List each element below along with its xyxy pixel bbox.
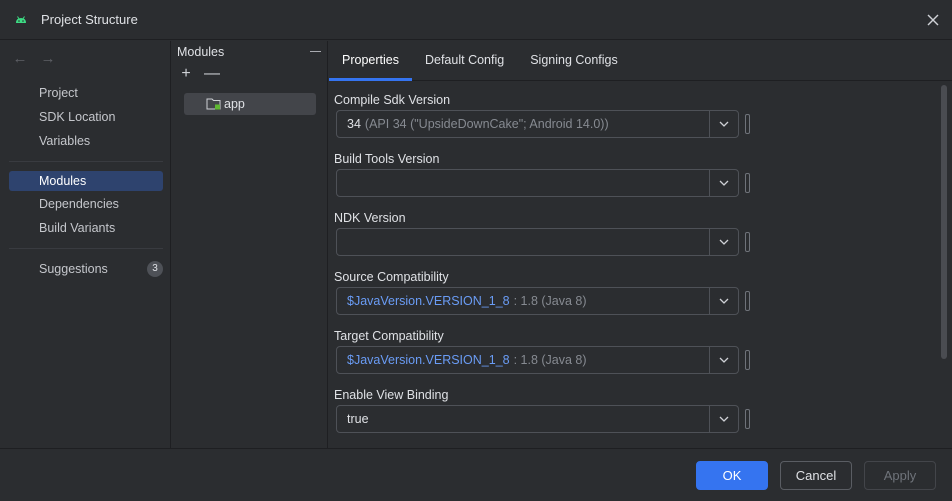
target-compat-label: Target Compatibility — [334, 329, 444, 343]
chevron-down-icon[interactable] — [718, 414, 730, 424]
ok-button[interactable]: OK — [696, 461, 768, 490]
tab-default-config[interactable]: Default Config — [412, 41, 517, 81]
combo-divider — [709, 288, 710, 314]
add-icon[interactable]: + — [178, 65, 194, 82]
suggestions-count-badge: 3 — [147, 261, 163, 277]
target-compat-detail: : 1.8 (Java 8) — [513, 353, 587, 367]
window-title: Project Structure — [41, 12, 138, 27]
nav-item-suggestions-label: Suggestions — [39, 262, 108, 276]
close-icon[interactable] — [924, 11, 942, 29]
nav-item-sdk-location[interactable]: SDK Location — [9, 107, 163, 127]
dialog-footer: OK Cancel Apply — [0, 448, 952, 501]
nav-item-suggestions[interactable]: Suggestions 3 — [9, 259, 163, 279]
module-folder-icon — [206, 98, 221, 110]
modules-toolbar: + — — [178, 65, 220, 82]
chevron-down-icon[interactable] — [718, 178, 730, 188]
compile-sdk-extra-button[interactable] — [745, 114, 750, 134]
view-binding-combo[interactable]: true — [336, 405, 739, 433]
combo-divider — [709, 111, 710, 137]
source-compat-detail: : 1.8 (Java 8) — [513, 294, 587, 308]
android-logo-icon — [16, 16, 26, 23]
chevron-down-icon[interactable] — [718, 355, 730, 365]
modules-panel: Modules + — app — [172, 41, 328, 448]
combo-divider — [709, 229, 710, 255]
module-item-app[interactable]: app — [184, 93, 316, 115]
combo-divider — [709, 170, 710, 196]
chevron-down-icon[interactable] — [718, 119, 730, 129]
ndk-extra-button[interactable] — [745, 232, 750, 252]
chevron-down-icon[interactable] — [718, 237, 730, 247]
modules-header: Modules — [177, 45, 225, 59]
compile-sdk-value: 34 — [347, 117, 361, 131]
nav-arrows: ← → — [12, 50, 56, 67]
tab-bar: Properties Default Config Signing Config… — [329, 41, 952, 81]
title-bar: Project Structure — [0, 0, 952, 40]
view-binding-value: true — [347, 412, 369, 426]
apply-button[interactable]: Apply — [864, 461, 936, 490]
vertical-scrollbar[interactable] — [941, 85, 947, 359]
nav-item-project[interactable]: Project — [9, 83, 163, 103]
source-compat-label: Source Compatibility — [334, 270, 449, 284]
tab-signing-configs[interactable]: Signing Configs — [517, 41, 631, 81]
nav-divider — [9, 161, 163, 162]
nav-divider — [9, 248, 163, 249]
build-tools-combo[interactable] — [336, 169, 739, 197]
nav-item-variables[interactable]: Variables — [9, 131, 163, 151]
target-compat-extra-button[interactable] — [745, 350, 750, 370]
view-binding-extra-button[interactable] — [745, 409, 750, 429]
properties-content: Properties Default Config Signing Config… — [329, 41, 952, 448]
source-compat-value: $JavaVersion.VERSION_1_8 — [347, 294, 510, 308]
chevron-down-icon[interactable] — [718, 296, 730, 306]
compile-sdk-detail: (API 34 ("UpsideDownCake"; Android 14.0)… — [364, 117, 609, 131]
source-compat-extra-button[interactable] — [745, 291, 750, 311]
target-compat-combo[interactable]: $JavaVersion.VERSION_1_8 : 1.8 (Java 8) — [336, 346, 739, 374]
tab-properties[interactable]: Properties — [329, 41, 412, 81]
nav-item-dependencies[interactable]: Dependencies — [9, 194, 163, 214]
ndk-label: NDK Version — [334, 211, 406, 225]
remove-icon[interactable]: — — [204, 65, 220, 82]
view-binding-label: Enable View Binding — [334, 388, 449, 402]
cancel-button[interactable]: Cancel — [780, 461, 852, 490]
source-compat-combo[interactable]: $JavaVersion.VERSION_1_8 : 1.8 (Java 8) — [336, 287, 739, 315]
ndk-combo[interactable] — [336, 228, 739, 256]
target-compat-value: $JavaVersion.VERSION_1_8 — [347, 353, 510, 367]
minimize-icon[interactable] — [310, 51, 321, 52]
build-tools-extra-button[interactable] — [745, 173, 750, 193]
combo-divider — [709, 406, 710, 432]
forward-arrow-icon[interactable]: → — [40, 50, 56, 67]
nav-item-build-variants[interactable]: Build Variants — [9, 218, 163, 238]
left-navigation: ← → Project SDK Location Variables Modul… — [0, 41, 171, 448]
module-item-label: app — [224, 97, 245, 111]
nav-item-modules[interactable]: Modules — [9, 171, 163, 191]
compile-sdk-label: Compile Sdk Version — [334, 93, 451, 107]
compile-sdk-combo[interactable]: 34 (API 34 ("UpsideDownCake"; Android 14… — [336, 110, 739, 138]
combo-divider — [709, 347, 710, 373]
back-arrow-icon[interactable]: ← — [12, 50, 28, 67]
build-tools-label: Build Tools Version — [334, 152, 440, 166]
